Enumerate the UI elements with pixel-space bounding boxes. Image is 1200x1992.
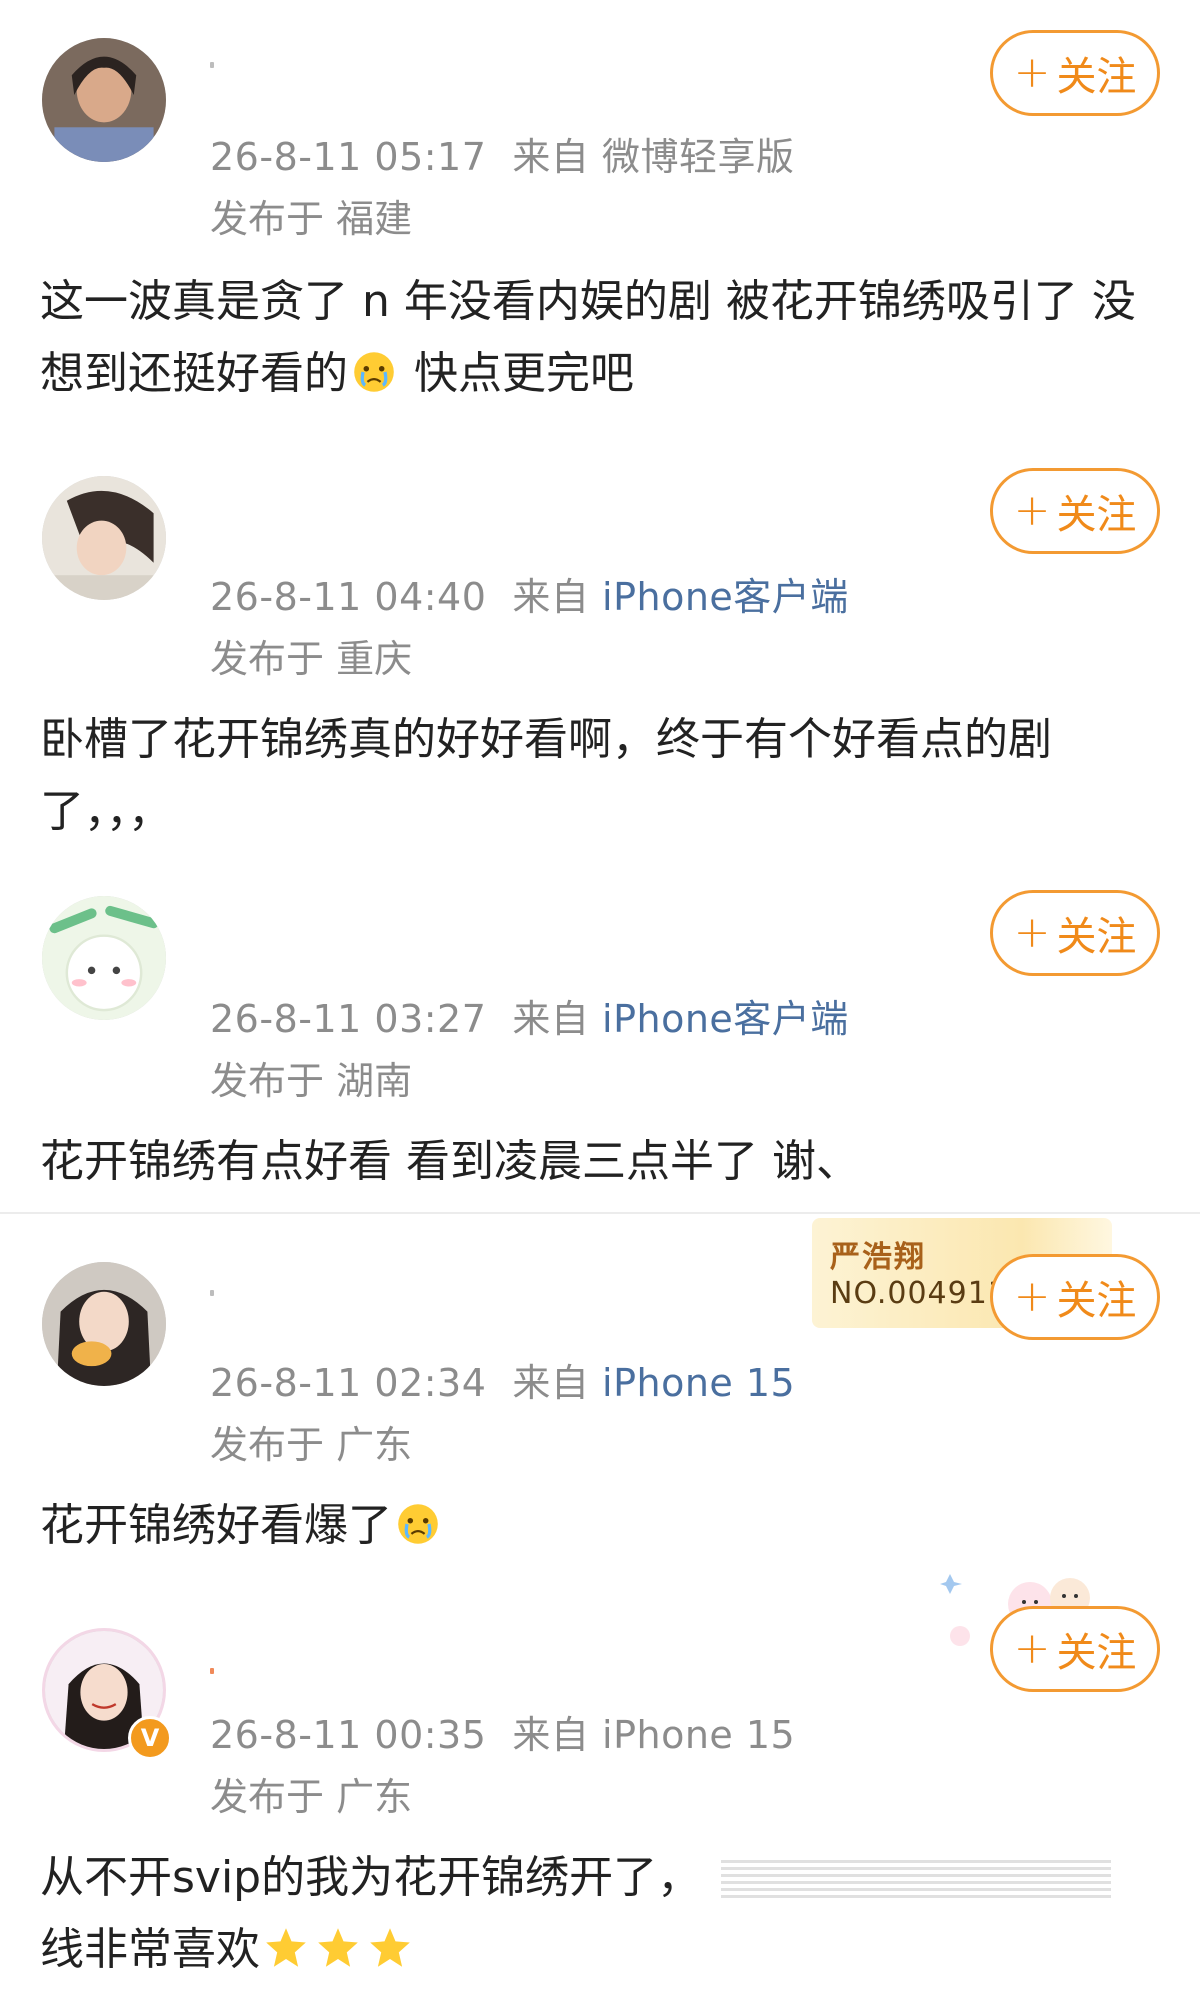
- plus-icon: +: [1013, 485, 1051, 536]
- fan-badge-number: NO.004911: [830, 1276, 1008, 1311]
- comment-text: 花开锦绣好看爆了: [40, 1490, 1170, 1562]
- post-location: 发布于 湖南: [210, 1059, 413, 1103]
- post-location: 发布于 福建: [210, 197, 413, 241]
- post-meta: 26-8-11 02:34 来自 iPhone 15: [210, 1352, 795, 1407]
- post-source: 来自 iPhone 15: [512, 1361, 796, 1405]
- plus-icon: +: [1013, 47, 1051, 98]
- comment-text: 从不开svip的我为花开锦绣开了， 线非常喜欢: [40, 1842, 1170, 1986]
- redacted-text: [721, 1860, 1112, 1898]
- post-source: 来自 iPhone 15: [512, 1713, 796, 1757]
- plus-icon: +: [1013, 907, 1051, 958]
- post-meta: 26-8-11 04:40 来自 iPhone客户端: [210, 566, 849, 621]
- follow-button[interactable]: + 关注: [990, 1606, 1160, 1692]
- follow-button[interactable]: + 关注: [990, 468, 1160, 554]
- crying-face-emoji-icon: [352, 344, 396, 392]
- username[interactable]: [210, 62, 214, 68]
- post-time: 26-8-11 02:34: [210, 1361, 487, 1405]
- star-emoji-icon: [264, 1920, 308, 1967]
- post-time: 26-8-11 05:17: [210, 135, 487, 179]
- comment-text: 卧槽了花开锦绣真的好好看啊，终于有个好看点的剧了，，，: [40, 714, 1052, 837]
- post-source: 来自 微博轻享版: [512, 135, 795, 179]
- plus-icon: +: [1013, 1623, 1051, 1674]
- verified-vip-icon: V: [128, 1716, 172, 1760]
- post-source: 来自 iPhone客户端: [512, 575, 849, 619]
- post-time: 26-8-11 00:35: [210, 1713, 487, 1757]
- post-meta: 26-8-11 00:35 来自 iPhone 15: [210, 1704, 795, 1759]
- star-emoji-icon: [316, 1920, 360, 1967]
- section-divider: [0, 1212, 1200, 1214]
- post-time: 26-8-11 03:27: [210, 997, 487, 1041]
- user-avatar[interactable]: [42, 38, 166, 162]
- post-location: 发布于 广东: [210, 1775, 413, 1819]
- crying-face-emoji-icon: [396, 1496, 440, 1544]
- username[interactable]: [210, 1668, 214, 1674]
- follow-button[interactable]: + 关注: [990, 890, 1160, 976]
- post-location: 发布于 重庆: [210, 637, 413, 681]
- username[interactable]: [210, 1290, 214, 1296]
- user-avatar[interactable]: [42, 476, 166, 600]
- post-meta: 26-8-11 03:27 来自 iPhone客户端: [210, 988, 849, 1043]
- post-meta: 26-8-11 05:17 来自 微博轻享版: [210, 126, 795, 181]
- post-time: 26-8-11 04:40: [210, 575, 487, 619]
- post-source: 来自 iPhone客户端: [512, 997, 849, 1041]
- comment-text: 花开锦绣有点好看 看到凌晨三点半了 谢、: [40, 1136, 860, 1187]
- fan-badge-name: 严浩翔: [830, 1240, 926, 1275]
- plus-icon: +: [1013, 1271, 1051, 1322]
- follow-button[interactable]: + 关注: [990, 30, 1160, 116]
- comment-text: 这一波真是贪了 n 年没看内娱的剧 被花开锦绣吸引了 没想到还挺好看的 快点更完…: [40, 276, 1136, 399]
- user-avatar[interactable]: [42, 1262, 166, 1386]
- post-location: 发布于 广东: [210, 1423, 413, 1467]
- follow-button[interactable]: + 关注: [990, 1254, 1160, 1340]
- star-emoji-icon: [368, 1920, 412, 1967]
- user-avatar[interactable]: [42, 896, 166, 1020]
